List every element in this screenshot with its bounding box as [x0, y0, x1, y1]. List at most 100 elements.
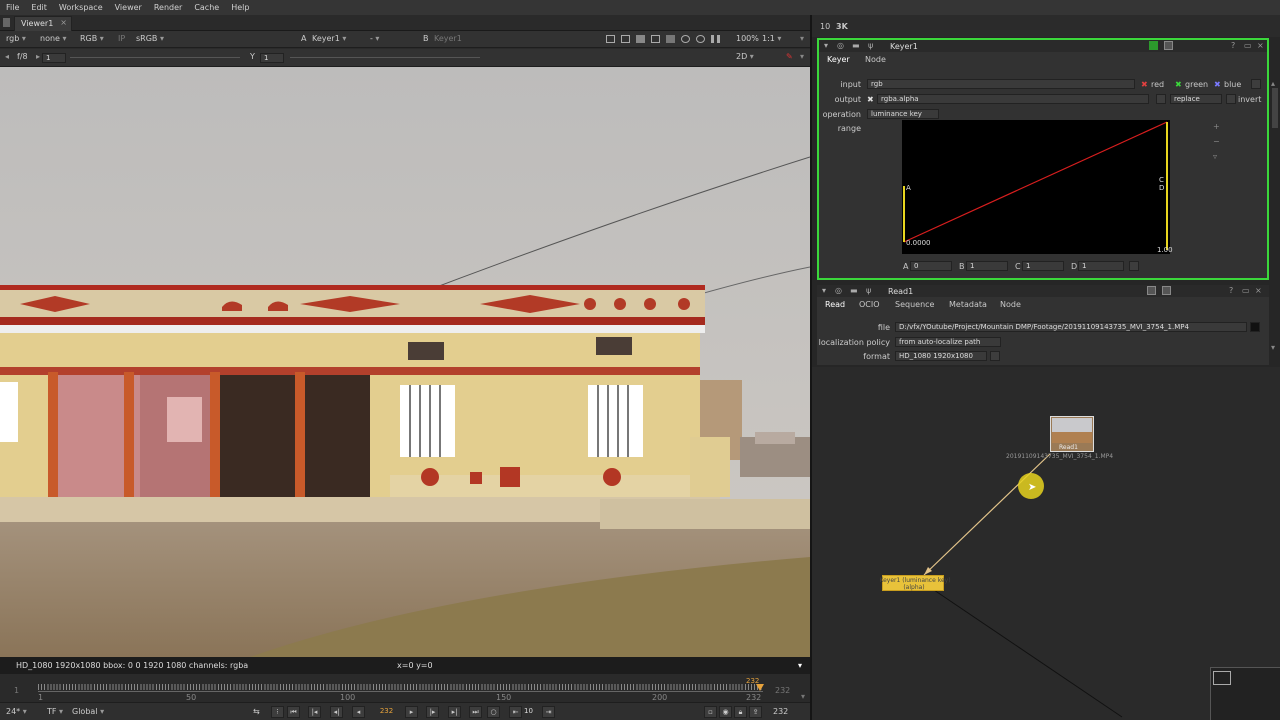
- keyer-node[interactable]: Keyer1 (luminance key) (alpha): [879, 575, 951, 591]
- in-out-icon[interactable]: ⁝: [271, 706, 284, 718]
- pause-icon[interactable]: [711, 35, 720, 43]
- skip-forward-icon[interactable]: ⇥: [542, 706, 555, 718]
- lock-icon[interactable]: 🔒︎: [734, 706, 747, 718]
- input-b-dropdown[interactable]: Keyer1: [434, 34, 462, 43]
- scroll-up-icon[interactable]: ▴: [1271, 79, 1275, 88]
- collapse-icon[interactable]: ▾: [824, 41, 828, 50]
- next-keyframe-icon[interactable]: ▸|: [448, 706, 461, 718]
- toolbar-menu-icon-2[interactable]: ▾: [800, 52, 804, 61]
- merge-dropdown[interactable]: replace: [1170, 94, 1222, 104]
- read-node[interactable]: Read1: [1050, 416, 1094, 452]
- timeline-menu-icon[interactable]: ▾: [801, 692, 805, 701]
- play-backward-icon[interactable]: ◂: [352, 706, 365, 718]
- tab-read[interactable]: Read: [825, 300, 845, 309]
- green-checkbox-icon[interactable]: ✖: [1175, 80, 1182, 89]
- navigator-minimap[interactable]: [1210, 667, 1280, 720]
- menu-viewer[interactable]: Viewer: [109, 3, 148, 12]
- prev-keyframe-icon[interactable]: |◂: [308, 706, 321, 718]
- step-forward-icon[interactable]: |▸: [426, 706, 439, 718]
- close-icon[interactable]: ×: [1255, 286, 1262, 295]
- scroll-down-icon[interactable]: ▾: [1271, 343, 1275, 352]
- node-color-icon[interactable]: ◎: [835, 286, 842, 295]
- export-icon[interactable]: ⇪: [749, 706, 762, 718]
- lock-node-icon[interactable]: [1147, 286, 1156, 295]
- file-field[interactable]: D:/vfx/YOutube/Project/Mountain DMP/Foot…: [895, 322, 1247, 332]
- close-icon[interactable]: ×: [1257, 41, 1264, 50]
- max-panels-field[interactable]: 10: [820, 22, 830, 31]
- gamma-field[interactable]: 1: [260, 53, 284, 63]
- node-color-icon[interactable]: ◎: [837, 41, 844, 50]
- tab-node[interactable]: Node: [865, 55, 886, 64]
- zoom-in-icon[interactable]: +: [1213, 122, 1220, 131]
- menu-help[interactable]: Help: [225, 3, 255, 12]
- menu-cache[interactable]: Cache: [188, 3, 225, 12]
- fstop-right-icon[interactable]: ▸: [36, 52, 40, 61]
- viewer-stop-icon[interactable]: ▫: [704, 706, 717, 718]
- pane-menu-icon[interactable]: [3, 18, 10, 27]
- toolbar-menu-icon[interactable]: ▾: [800, 34, 804, 43]
- menu-edit[interactable]: Edit: [25, 3, 53, 12]
- clear-panels-button[interactable]: 3K: [836, 22, 848, 31]
- loop-icon[interactable]: ⇆: [253, 707, 260, 716]
- play-forward-icon[interactable]: ▸: [405, 706, 418, 718]
- end-frame-field[interactable]: 232: [773, 707, 788, 716]
- gain-slider[interactable]: [70, 57, 240, 58]
- operation-dropdown[interactable]: luminance key: [867, 109, 939, 119]
- keyer-name[interactable]: Keyer1: [890, 42, 918, 51]
- playhead[interactable]: [756, 684, 764, 691]
- tf-dropdown[interactable]: TF: [47, 707, 63, 716]
- fps-dropdown[interactable]: 24*: [6, 707, 27, 716]
- cache-icon[interactable]: ○: [487, 706, 500, 718]
- format-edit-icon[interactable]: [990, 351, 1000, 361]
- grid-icon[interactable]: [651, 35, 660, 43]
- gamma-slider[interactable]: [290, 57, 480, 58]
- output-field[interactable]: rgba.alpha: [877, 94, 1149, 104]
- b-field[interactable]: 1: [966, 261, 1008, 271]
- clip-icon[interactable]: [666, 35, 675, 43]
- menu-file[interactable]: File: [0, 3, 25, 12]
- ip-button[interactable]: IP: [118, 34, 125, 43]
- question-icon[interactable]: ?: [1231, 41, 1235, 50]
- viewer-image[interactable]: [0, 67, 810, 657]
- ratio-dropdown[interactable]: 1:1: [762, 34, 781, 43]
- increment-field[interactable]: 10: [521, 707, 539, 717]
- step-back-icon[interactable]: ◂|: [330, 706, 343, 718]
- node-graph[interactable]: Read1 20191109143735_MVI_3754_1.MP4 Keye…: [812, 367, 1280, 720]
- tab-ocio[interactable]: OCIO: [859, 300, 880, 309]
- float-icon[interactable]: ▬: [850, 286, 858, 295]
- output-equals-icon[interactable]: [1156, 94, 1166, 104]
- tab-node[interactable]: Node: [1000, 300, 1021, 309]
- range-curve-editor[interactable]: A C D 0.0000 1.00: [902, 120, 1173, 254]
- refresh-icon[interactable]: [681, 35, 690, 43]
- gear-icon[interactable]: [696, 35, 705, 43]
- wipe-dropdown[interactable]: -: [370, 34, 379, 43]
- tab-keyer[interactable]: Keyer: [827, 55, 850, 64]
- disable-icon[interactable]: [1164, 41, 1173, 50]
- question-icon[interactable]: ?: [1229, 286, 1233, 295]
- display-dropdown[interactable]: RGB: [80, 34, 104, 43]
- fstop-left-icon[interactable]: ◂: [5, 52, 9, 61]
- a-field[interactable]: 0: [910, 261, 952, 271]
- red-checkbox-icon[interactable]: ✖: [1141, 80, 1148, 89]
- view-mode-dropdown[interactable]: 2D: [736, 52, 754, 61]
- navigator-viewport[interactable]: [1213, 671, 1231, 685]
- current-frame-field[interactable]: 232: [370, 707, 400, 717]
- curve-anim-icon[interactable]: [1129, 261, 1139, 271]
- alpha-dropdown[interactable]: none: [40, 34, 67, 43]
- overlay-icon[interactable]: [636, 35, 645, 43]
- c-field[interactable]: 1: [1022, 261, 1064, 271]
- last-frame-icon[interactable]: ⏭: [469, 706, 482, 718]
- tab-sequence[interactable]: Sequence: [895, 300, 934, 309]
- fit-icon[interactable]: ▿: [1213, 152, 1217, 161]
- scope-dropdown[interactable]: Global: [72, 707, 104, 716]
- input-a-dropdown[interactable]: Keyer1: [312, 34, 346, 43]
- menu-render[interactable]: Render: [148, 3, 188, 12]
- gain-field[interactable]: 1: [42, 53, 66, 63]
- maximize-icon[interactable]: ▭: [1242, 286, 1250, 295]
- invert-checkbox[interactable]: [1226, 94, 1236, 104]
- help-icon[interactable]: ψ: [868, 41, 873, 50]
- read-name[interactable]: Read1: [888, 287, 913, 296]
- blue-checkbox-icon[interactable]: ✖: [1214, 80, 1221, 89]
- zoom-dropdown[interactable]: 100%: [736, 34, 759, 43]
- disable-icon[interactable]: [1162, 286, 1171, 295]
